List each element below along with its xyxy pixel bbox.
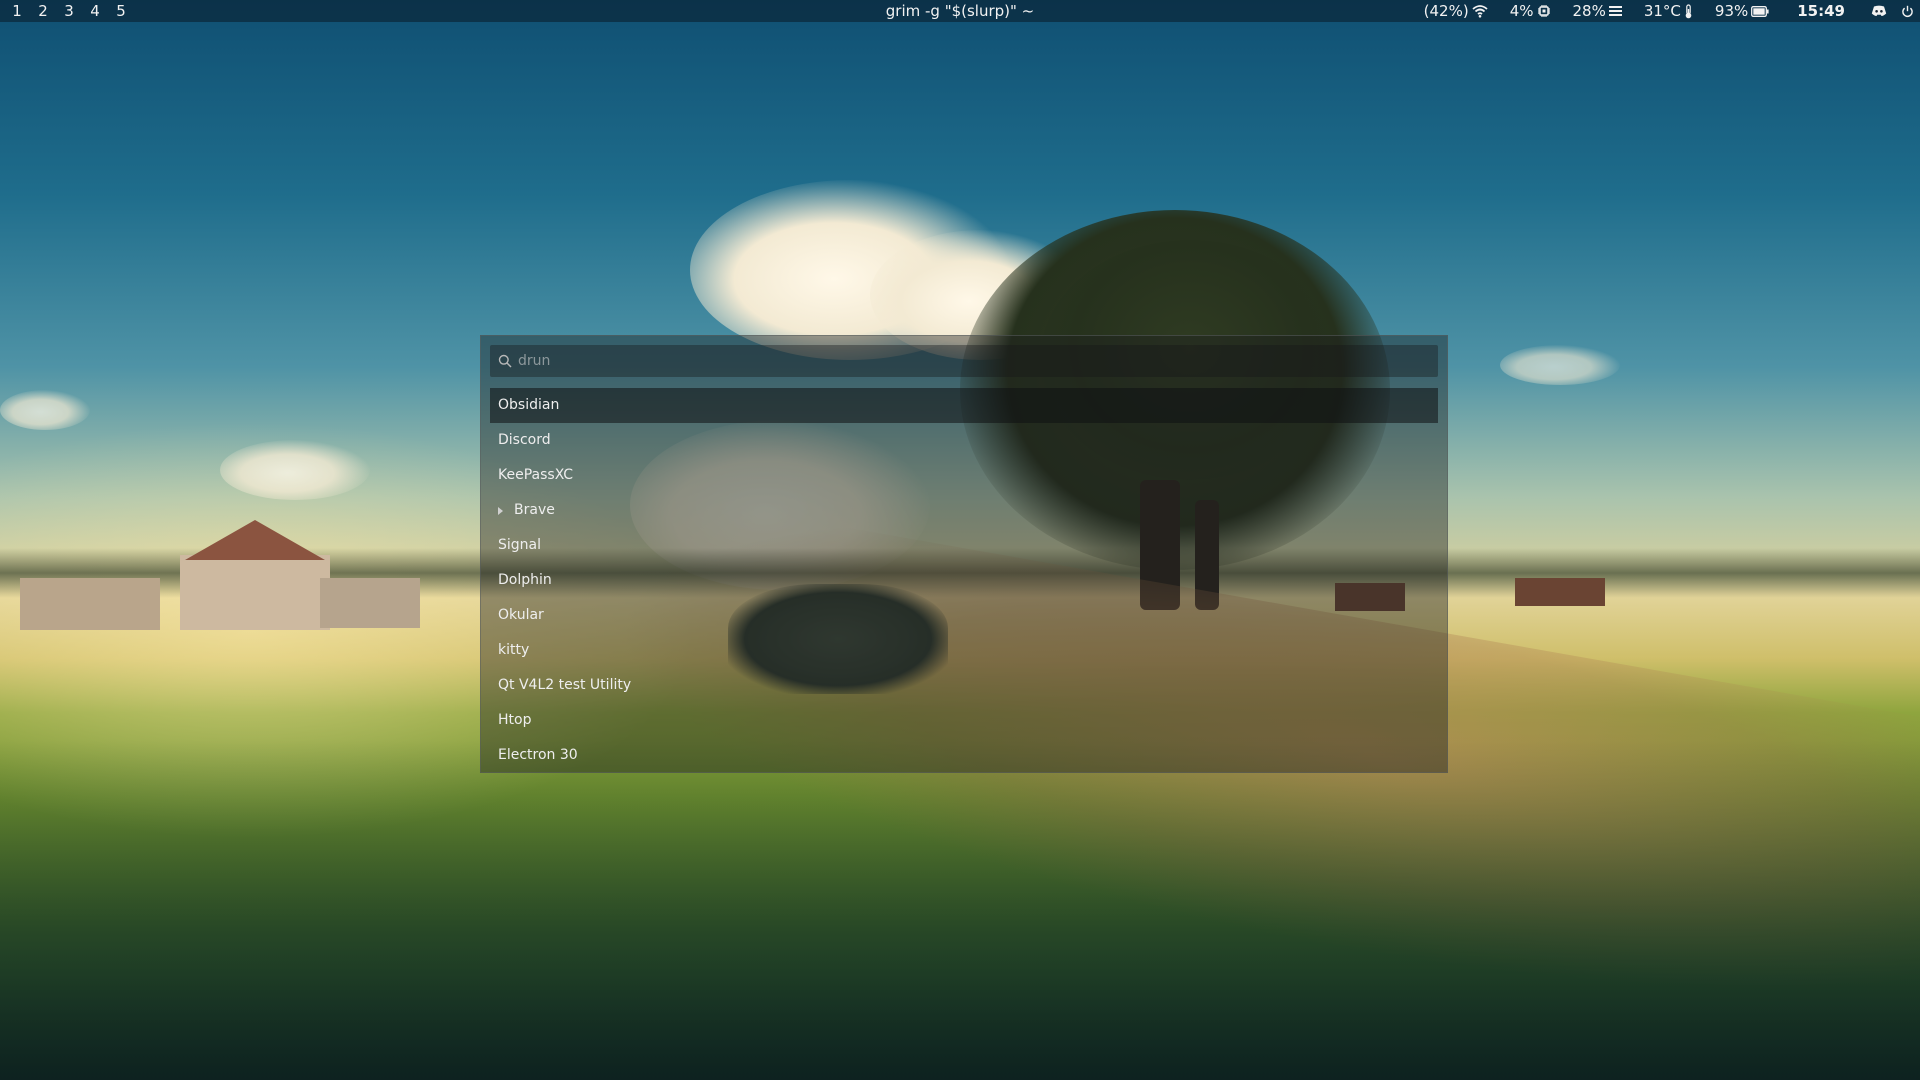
launcher-item-electron-30[interactable]: Electron 30 <box>490 738 1438 773</box>
workspace-3-button[interactable]: 3 <box>56 0 82 22</box>
wallpaper-house <box>320 578 420 628</box>
wallpaper-cloud <box>0 390 90 430</box>
temperature-text: 31°C <box>1643 2 1681 20</box>
launcher-item-discord[interactable]: Discord <box>490 423 1438 458</box>
workspace-2-button[interactable]: 2 <box>30 0 56 22</box>
launcher-item-label: Electron 30 <box>498 747 578 763</box>
wallpaper-cloud <box>220 440 370 500</box>
launcher-item-label: kitty <box>498 642 530 658</box>
wallpaper-foreground-shadow <box>0 740 1920 1080</box>
wallpaper-house-roof <box>185 520 325 560</box>
workspace-4-button[interactable]: 4 <box>82 0 108 22</box>
launcher-item-label: Discord <box>498 432 551 448</box>
launcher-item-obsidian[interactable]: Obsidian <box>490 388 1438 423</box>
wallpaper-cloud <box>1500 345 1620 385</box>
battery-icon <box>1751 5 1769 17</box>
launcher-item-dolphin[interactable]: Dolphin <box>490 563 1438 598</box>
launcher-item-qt-v4l2-test-utility[interactable]: Qt V4L2 test Utility <box>490 668 1438 703</box>
launcher-item-signal[interactable]: Signal <box>490 528 1438 563</box>
launcher-item-brave[interactable]: Brave <box>490 493 1438 528</box>
thermometer-icon <box>1684 3 1693 19</box>
network-signal-text: (42%) <box>1423 2 1469 20</box>
cpu-usage-text: 4% <box>1509 2 1534 20</box>
power-icon[interactable] <box>1901 5 1914 18</box>
app-launcher: Obsidian Discord KeePassXC Brave Signal … <box>480 335 1448 773</box>
discord-tray-icon[interactable] <box>1871 5 1887 17</box>
memory-usage-text: 28% <box>1572 2 1606 20</box>
wallpaper-house <box>20 578 160 630</box>
launcher-item-label: KeePassXC <box>498 467 574 483</box>
top-bar: 1 2 3 4 5 grim -g "$(slurp)" ~ (42%) 4% <box>0 0 1920 22</box>
network-module[interactable]: (42%) <box>1424 0 1488 22</box>
status-modules: (42%) 4% 28% 31°C 93% 15:49 <box>1402 0 1914 22</box>
cpu-module[interactable]: 4% <box>1510 0 1551 22</box>
search-icon <box>498 354 512 368</box>
cpu-icon <box>1537 4 1551 18</box>
wallpaper-house <box>1515 578 1605 606</box>
wallpaper-house <box>180 555 330 630</box>
clock[interactable]: 15:49 <box>1797 0 1845 22</box>
workspace-1-button[interactable]: 1 <box>4 0 30 22</box>
launcher-item-label: Okular <box>498 607 544 623</box>
workspace-5-button[interactable]: 5 <box>108 0 134 22</box>
launcher-item-label: Htop <box>498 712 532 728</box>
expand-arrow-icon[interactable] <box>498 506 503 515</box>
wifi-icon <box>1472 4 1488 18</box>
launcher-item-keepassxc[interactable]: KeePassXC <box>490 458 1438 493</box>
launcher-item-label: Qt V4L2 test Utility <box>498 677 632 693</box>
launcher-item-kitty[interactable]: kitty <box>490 633 1438 668</box>
launcher-item-label: Dolphin <box>498 572 552 588</box>
launcher-item-okular[interactable]: Okular <box>490 598 1438 633</box>
launcher-item-label: Signal <box>498 537 542 553</box>
memory-icon <box>1608 5 1622 17</box>
temperature-module[interactable]: 31°C <box>1644 0 1693 22</box>
launcher-item-label: Obsidian <box>498 397 560 413</box>
launcher-search-bar[interactable] <box>490 345 1438 377</box>
battery-module[interactable]: 93% <box>1715 0 1769 22</box>
workspace-switcher: 1 2 3 4 5 <box>4 0 134 22</box>
battery-level-text: 93% <box>1714 2 1749 20</box>
launcher-results-list: Obsidian Discord KeePassXC Brave Signal … <box>490 388 1438 773</box>
search-input[interactable] <box>518 346 1438 376</box>
launcher-item-label: Brave <box>514 502 555 518</box>
launcher-item-htop[interactable]: Htop <box>490 703 1438 738</box>
memory-module[interactable]: 28% <box>1573 0 1622 22</box>
